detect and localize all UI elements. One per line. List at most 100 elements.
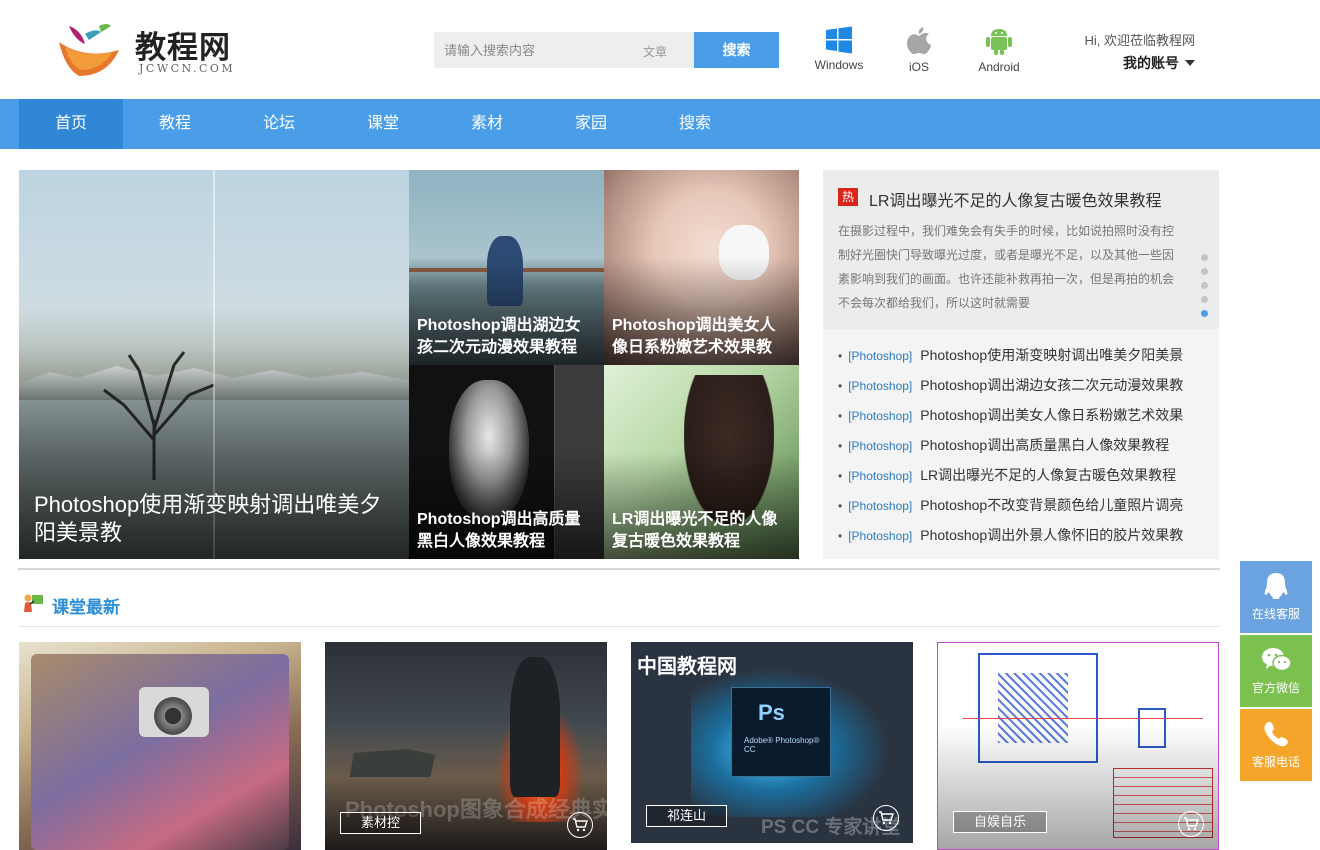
card-author-tag[interactable]: 自娱自乐 [953, 811, 1048, 833]
course-card[interactable]: Ps Adobe® Photoshop® CC 中国教程网 PS CC 专家讲堂… [631, 642, 913, 843]
phone-icon [1264, 721, 1288, 747]
ps-product-name: Adobe® Photoshop® CC [744, 736, 820, 754]
hot-badge: 热 [838, 188, 858, 206]
featured-slider: Photoshop使用渐变映射调出唯美夕阳美景教 Photoshop调出湖边女孩… [19, 170, 799, 559]
phone-label: 客服电话 [1251, 755, 1300, 769]
slider-dots [1201, 254, 1209, 324]
camera-lens [154, 697, 192, 735]
article-link[interactable]: Photoshop不改变背景颜色给儿童照片调亮 [920, 497, 1183, 513]
course-card[interactable]: 自娱自乐 [937, 642, 1219, 850]
teacher-icon [24, 594, 43, 612]
qq-icon [1264, 573, 1288, 599]
card-brand: 中国教程网 [637, 656, 737, 678]
list-item[interactable]: [Photoshop] Photoshop调出湖边女孩二次元动漫效果教 [838, 374, 1210, 404]
slide-caption: Photoshop调出湖边女孩二次元动漫效果教程 [417, 317, 581, 356]
slider-dot[interactable] [1201, 282, 1208, 289]
category-tag[interactable]: [Photoshop] [848, 409, 912, 423]
online-service-label: 在线客服 [1251, 607, 1300, 621]
category-tag[interactable]: [Photoshop] [848, 439, 912, 453]
soldier-silhouette [510, 657, 560, 797]
category-tag[interactable]: [Photoshop] [848, 469, 912, 483]
card-author-tag[interactable]: 祁连山 [646, 805, 728, 827]
nav-forum[interactable]: 论坛 [227, 99, 331, 149]
course-card[interactable]: Photoshop图象合成经典实例 素材控 [325, 642, 607, 850]
logo-bird-icon [59, 24, 119, 76]
cad-centerline [963, 718, 1203, 719]
platform-ios[interactable]: iOS [900, 26, 938, 74]
floating-contact: 在线客服 官方微信 客服电话 [1240, 561, 1312, 783]
cart-icon[interactable] [873, 805, 899, 831]
online-service-button[interactable]: 在线客服 [1240, 561, 1312, 633]
article-link[interactable]: LR调出曝光不足的人像复古暖色效果教程 [920, 467, 1176, 483]
hot-list: [Photoshop] Photoshop使用渐变映射调出唯美夕阳美景 [Phot… [838, 344, 1210, 554]
article-link[interactable]: Photoshop调出高质量黑白人像效果教程 [920, 437, 1169, 453]
photoshop-logo: Ps Adobe® Photoshop® CC [731, 687, 831, 777]
ps-logo-text: Ps [758, 700, 785, 725]
apple-icon [907, 27, 931, 55]
slider-dot-active[interactable] [1201, 310, 1208, 317]
course-card[interactable] [19, 642, 301, 850]
hot-title-link[interactable]: LR调出曝光不足的人像复古暖色效果教程 [869, 187, 1161, 211]
slide-warm-portrait[interactable]: LR调出曝光不足的人像复古暖色效果教程 [604, 365, 799, 559]
cart-icon[interactable] [567, 812, 593, 838]
cart-icon[interactable] [1178, 811, 1204, 837]
wechat-label: 官方微信 [1251, 681, 1300, 695]
windows-icon [826, 26, 852, 54]
section-title: 课堂最新 [52, 598, 120, 617]
article-link[interactable]: Photoshop调出外景人像怀旧的胶片效果教 [920, 527, 1183, 543]
category-tag[interactable]: [Photoshop] [848, 499, 912, 513]
article-link[interactable]: Photoshop调出湖边女孩二次元动漫效果教 [920, 377, 1183, 393]
hot-feature: 热 LR调出曝光不足的人像复古暖色效果教程 在摄影过程中，我们难免会有失手的时候… [823, 170, 1219, 329]
nav-home[interactable]: 首页 [19, 99, 123, 149]
slide-sunset-landscape[interactable]: Photoshop使用渐变映射调出唯美夕阳美景教 [19, 170, 409, 559]
android-icon [986, 29, 1012, 55]
list-item[interactable]: [Photoshop] Photoshop调出外景人像怀旧的胶片效果教 [838, 524, 1210, 554]
user-panel: Hi, 欢迎莅临教程网 我的账号 [1083, 30, 1195, 73]
nav-classroom[interactable]: 课堂 [331, 99, 435, 149]
nav-search[interactable]: 搜索 [643, 99, 747, 149]
slide-portrait-pink[interactable]: Photoshop调出美女人像日系粉嫩艺术效果教 [604, 170, 799, 365]
nav-tutorials[interactable]: 教程 [123, 99, 227, 149]
slide-caption: LR调出曝光不足的人像复古暖色效果教程 [612, 511, 778, 550]
list-item[interactable]: [Photoshop] Photoshop调出高质量黑白人像效果教程 [838, 434, 1210, 464]
slide-bw-portrait[interactable]: Photoshop调出高质量黑白人像效果教程 [409, 365, 604, 559]
welcome-text: Hi, 欢迎莅临教程网 [1084, 33, 1195, 48]
site-logo[interactable]: 教程网 JCWCN.COM [55, 18, 235, 78]
list-item[interactable]: [Photoshop] Photoshop使用渐变映射调出唯美夕阳美景 [838, 344, 1210, 374]
article-link[interactable]: Photoshop使用渐变映射调出唯美夕阳美景 [920, 347, 1183, 363]
my-account-dropdown[interactable]: 我的账号 [1083, 53, 1195, 73]
hot-articles-panel: 热 LR调出曝光不足的人像复古暖色效果教程 在摄影过程中，我们难免会有失手的时候… [823, 170, 1219, 559]
platform-android-label: Android [978, 60, 1020, 74]
platform-windows-label: Windows [814, 58, 864, 72]
category-tag[interactable]: [Photoshop] [848, 349, 912, 363]
slide-caption: Photoshop调出高质量黑白人像效果教程 [417, 511, 581, 550]
logo-domain: JCWCN.COM [139, 62, 236, 75]
slider-dot[interactable] [1201, 254, 1208, 261]
platform-ios-label: iOS [908, 60, 929, 74]
search-type-selector[interactable]: 文章 [643, 43, 667, 60]
slider-dot[interactable] [1201, 268, 1208, 275]
site-header: 教程网 JCWCN.COM 文章 搜索 Windows iOS Androi [0, 0, 1320, 99]
slider-dot[interactable] [1201, 296, 1208, 303]
nav-community[interactable]: 家园 [539, 99, 643, 149]
slide-caption: Photoshop调出美女人像日系粉嫩艺术效果教 [612, 317, 776, 356]
search-button[interactable]: 搜索 [694, 32, 779, 68]
platform-windows[interactable]: Windows [810, 26, 868, 72]
list-item[interactable]: [Photoshop] Photoshop不改变背景颜色给儿童照片调亮 [838, 494, 1210, 524]
card-author-tag[interactable]: 素材控 [340, 812, 422, 834]
platform-android[interactable]: Android [972, 26, 1026, 74]
card-image [31, 654, 289, 850]
category-tag[interactable]: [Photoshop] [848, 379, 912, 393]
nav-materials[interactable]: 素材 [435, 99, 539, 149]
article-link[interactable]: Photoshop调出美女人像日系粉嫩艺术效果 [920, 407, 1183, 423]
slide-lakeside-girl[interactable]: Photoshop调出湖边女孩二次元动漫效果教程 [409, 170, 604, 365]
wechat-icon [1262, 648, 1292, 672]
list-item[interactable]: [Photoshop] Photoshop调出美女人像日系粉嫩艺术效果 [838, 404, 1210, 434]
list-item[interactable]: [Photoshop] LR调出曝光不足的人像复古暖色效果教程 [838, 464, 1210, 494]
wechat-button[interactable]: 官方微信 [1240, 635, 1312, 707]
logo-name: 教程网 [135, 30, 231, 65]
slide-caption: Photoshop使用渐变映射调出唯美夕阳美景教 [34, 492, 382, 545]
phone-button[interactable]: 客服电话 [1240, 709, 1312, 781]
category-tag[interactable]: [Photoshop] [848, 529, 912, 543]
hot-description: 在摄影过程中，我们难免会有失手的时候，比如说拍照时没有控制好光圈快门导致曝光过度… [838, 224, 1175, 310]
